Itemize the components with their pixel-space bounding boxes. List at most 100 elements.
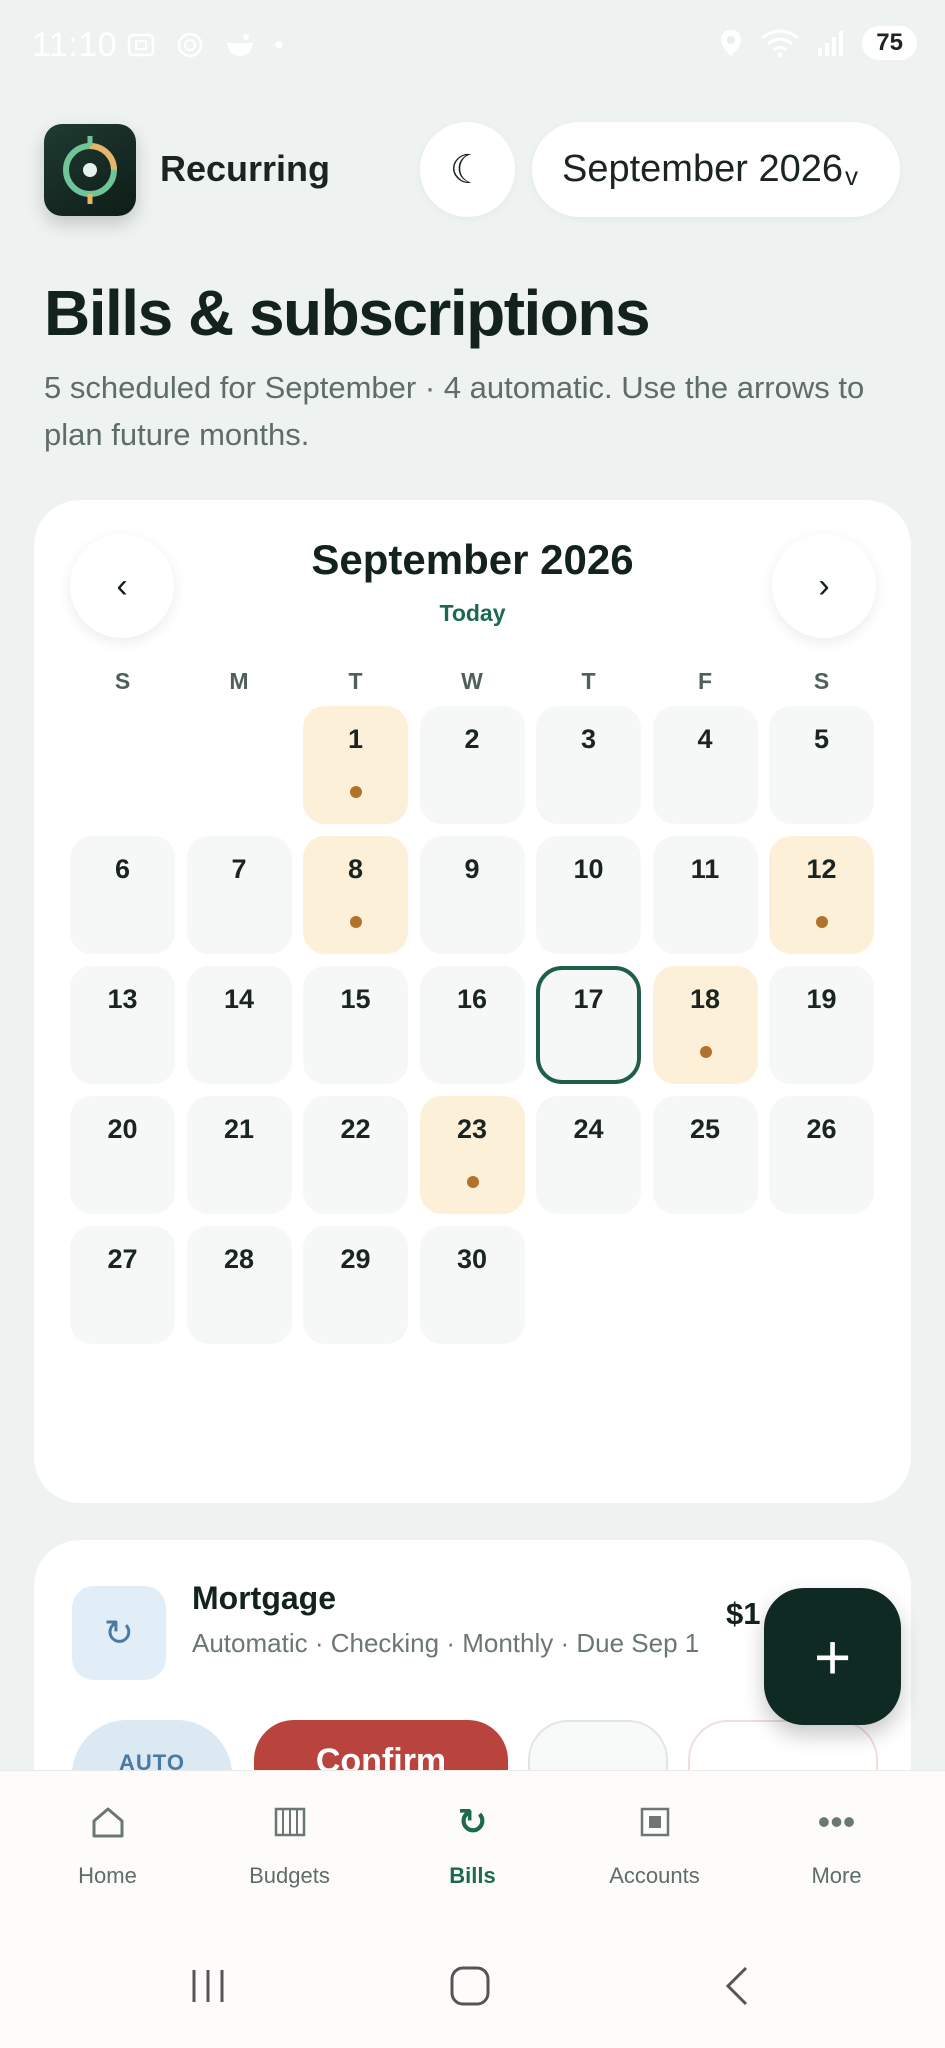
calendar-day-29[interactable]: 29 xyxy=(303,1226,408,1344)
calendar-day-number: 12 xyxy=(806,854,837,884)
calendar-day-7[interactable]: 7 xyxy=(186,836,292,954)
calendar-day-number: 24 xyxy=(573,1114,604,1144)
calendar-day-number: 21 xyxy=(223,1114,255,1144)
calendar-day-number: 25 xyxy=(689,1114,721,1144)
calendar-day-24[interactable]: 24 xyxy=(536,1096,641,1214)
nav-label-more: More xyxy=(811,1863,862,1888)
next-month-button[interactable]: › xyxy=(772,534,876,638)
calendar-day-6[interactable]: 6 xyxy=(70,836,175,954)
bill-amount: $1 xyxy=(726,1596,761,1631)
openai-icon xyxy=(177,32,203,58)
status-bar: 11:10 • 75 xyxy=(0,0,945,90)
home-icon xyxy=(13,1797,202,1847)
calendar-day-23[interactable]: 23 xyxy=(419,1096,525,1214)
calendar-day-17[interactable]: 17 xyxy=(536,966,641,1084)
add-bill-button[interactable]: + xyxy=(764,1588,901,1725)
theme-toggle-button[interactable]: ☾ xyxy=(420,122,515,217)
calendar-grid: 1 2 3 4 5 6 7 8 9 10 11 12 13 14 15 16 17 18 19 20 21 22 23 24 2… xyxy=(70,706,876,1344)
calendar-day-12[interactable]: 12 xyxy=(769,836,874,954)
weekday-label: F xyxy=(697,668,713,694)
weekday-header: SMTWTFS xyxy=(70,668,876,695)
calendar-day-number: 18 xyxy=(689,984,721,1014)
nav-label-budgets: Budgets xyxy=(249,1863,330,1888)
calendar-day-number: 22 xyxy=(340,1114,371,1144)
calendar-day-18[interactable]: 18 xyxy=(652,966,758,1084)
calendar-day-19[interactable]: 19 xyxy=(769,966,874,1084)
calendar-day-number: 23 xyxy=(456,1114,488,1144)
app-title: Recurring xyxy=(160,148,331,189)
nav-item-bills[interactable]: ↻ Bills xyxy=(378,1771,567,1921)
calendar-empty-cell xyxy=(70,706,175,824)
calendar-day-30[interactable]: 30 xyxy=(419,1226,525,1344)
calendar-day-22[interactable]: 22 xyxy=(303,1096,408,1214)
calendar-day-number: 1 xyxy=(347,724,364,754)
calendar-day-26[interactable]: 26 xyxy=(769,1096,874,1214)
calendar-day-25[interactable]: 25 xyxy=(652,1096,758,1214)
weekday-label: S xyxy=(813,668,830,694)
status-time: 11:10 xyxy=(32,26,118,64)
calendar-day-13[interactable]: 13 xyxy=(70,966,175,1084)
calendar-day-number: 5 xyxy=(813,724,830,754)
nav-item-home[interactable]: Home xyxy=(13,1771,202,1921)
nav-label-bills: Bills xyxy=(449,1863,496,1888)
calendar-day-1[interactable]: 1 xyxy=(303,706,408,824)
calendar-day-27[interactable]: 27 xyxy=(70,1226,175,1344)
calendar-day-number: 11 xyxy=(690,854,720,884)
bowl-icon xyxy=(227,34,253,56)
calendar-day-number: 8 xyxy=(347,854,364,884)
battery-indicator: 75 xyxy=(862,26,917,60)
calendar-day-9[interactable]: 9 xyxy=(419,836,525,954)
nav-item-more[interactable]: ••• More xyxy=(742,1771,931,1921)
calendar-day-number: 29 xyxy=(340,1244,371,1274)
bill-due-dot-icon xyxy=(699,1046,712,1058)
page-subtitle: 5 scheduled for September · 4 automatic.… xyxy=(44,370,865,452)
calendar-day-20[interactable]: 20 xyxy=(70,1096,175,1214)
wifi-icon xyxy=(761,29,800,58)
calendar-day-number: 13 xyxy=(107,984,138,1014)
calendar-day-10[interactable]: 10 xyxy=(536,836,641,954)
bill-due-dot-icon xyxy=(350,916,362,928)
bills-icon: ↻ xyxy=(457,1801,488,1842)
accounts-icon xyxy=(560,1797,749,1847)
calendar-day-15[interactable]: 15 xyxy=(303,966,408,1084)
bottom-nav: Home Budgets ↻ Bills Accounts ••• More xyxy=(0,1770,945,1920)
system-nav-bar xyxy=(0,1920,945,2048)
weekday-label: M xyxy=(229,668,249,694)
calendar-day-number: 28 xyxy=(223,1244,255,1274)
status-icons-right: 75 xyxy=(718,26,917,60)
more-icon: ••• xyxy=(817,1801,856,1842)
calendar-day-14[interactable]: 14 xyxy=(186,966,292,1084)
status-icons-left: • xyxy=(126,28,284,62)
calendar-day-11[interactable]: 11 xyxy=(652,836,758,954)
calendar-day-number: 10 xyxy=(573,854,604,884)
weekday-label: S xyxy=(114,668,131,694)
calendar-day-5[interactable]: 5 xyxy=(769,706,874,824)
calendar-day-number: 6 xyxy=(114,854,131,884)
nav-item-budgets[interactable]: Budgets xyxy=(195,1771,384,1921)
chevron-down-icon: v xyxy=(844,161,858,191)
calendar-empty-cell xyxy=(187,706,292,824)
bill-meta: Automatic · Checking · Monthly · Due Sep… xyxy=(192,1628,700,1658)
calendar-day-number: 19 xyxy=(806,984,837,1014)
calendar-day-number: 30 xyxy=(456,1244,488,1274)
back-icon[interactable] xyxy=(716,1964,760,2019)
bill-due-dot-icon xyxy=(350,786,362,798)
home-system-icon[interactable] xyxy=(448,1964,492,2019)
nav-item-accounts[interactable]: Accounts xyxy=(560,1771,749,1921)
month-select-dropdown[interactable]: September 2026 v xyxy=(532,122,900,217)
calendar-day-8[interactable]: 8 xyxy=(303,836,408,954)
budgets-icon xyxy=(195,1797,384,1847)
weekday-label: T xyxy=(348,668,363,694)
calendar-day-number: 27 xyxy=(107,1244,138,1274)
calendar-day-28[interactable]: 28 xyxy=(186,1226,292,1344)
screenshot-icon xyxy=(127,33,155,57)
signal-icon xyxy=(818,31,844,56)
location-icon xyxy=(721,30,742,56)
page-title: Bills & subscriptions xyxy=(44,277,651,349)
calendar-day-3[interactable]: 3 xyxy=(536,706,641,824)
calendar-day-21[interactable]: 21 xyxy=(186,1096,292,1214)
calendar-day-16[interactable]: 16 xyxy=(419,966,525,1084)
calendar-day-4[interactable]: 4 xyxy=(652,706,758,824)
calendar-day-2[interactable]: 2 xyxy=(419,706,525,824)
recents-icon[interactable] xyxy=(186,1964,230,2019)
